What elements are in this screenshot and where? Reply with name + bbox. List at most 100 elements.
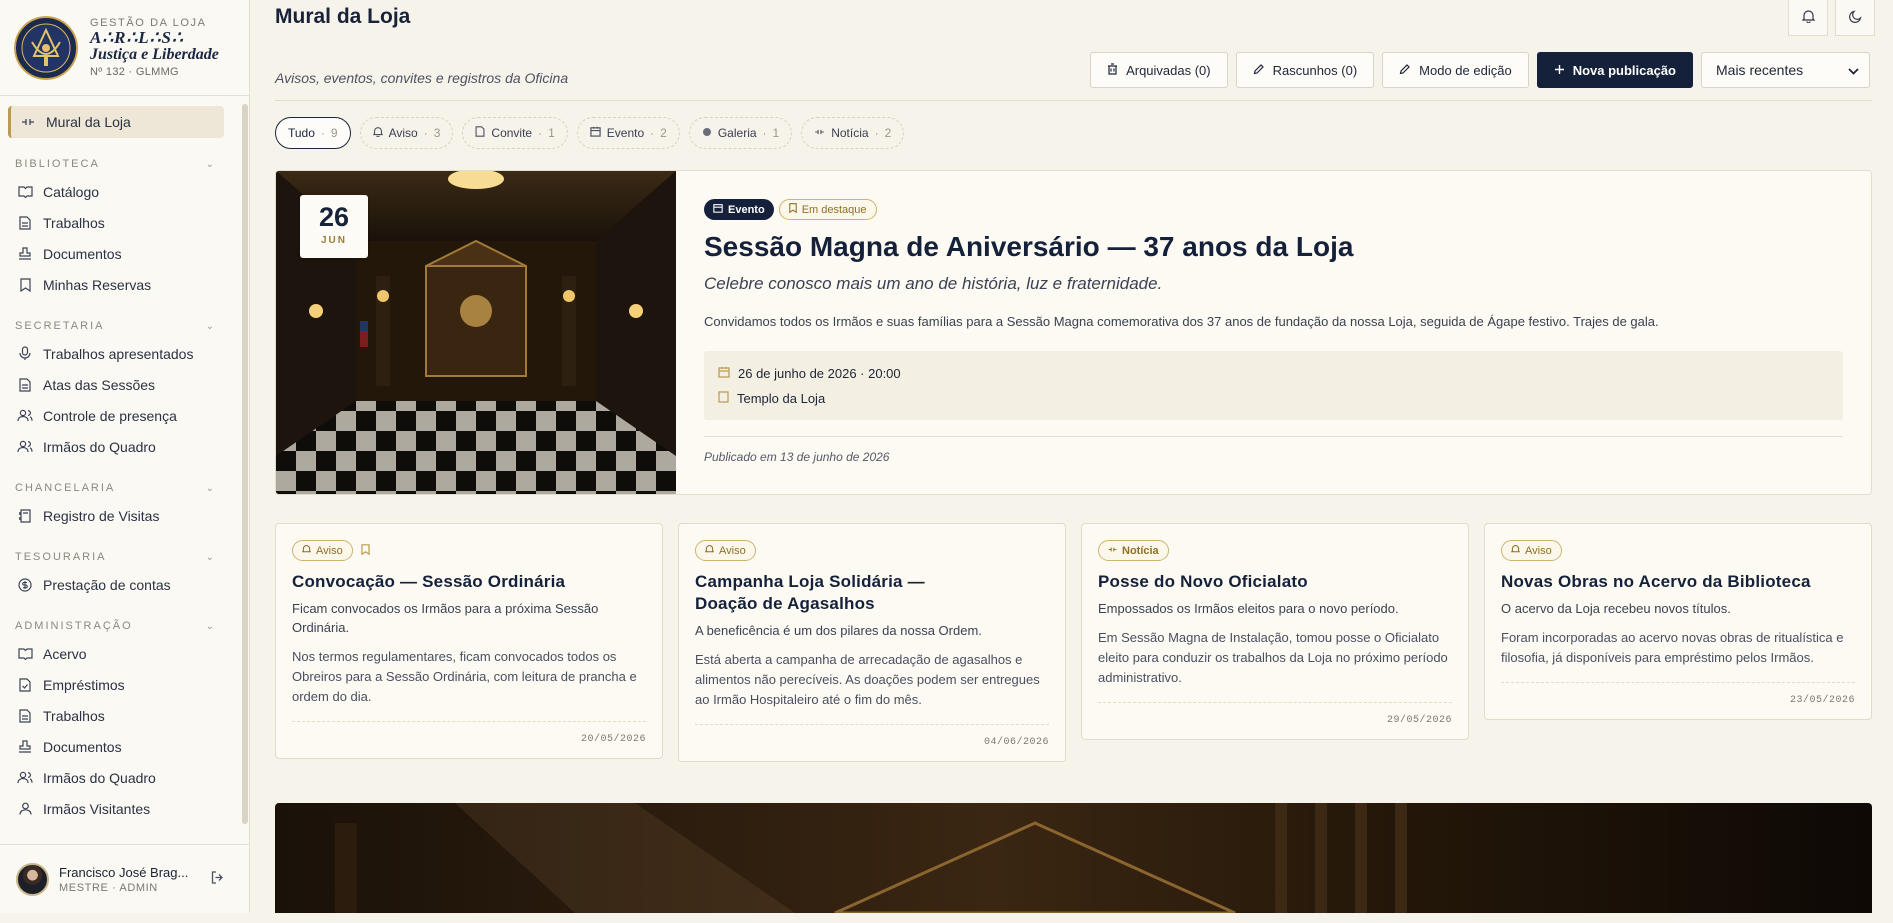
file-icon <box>475 126 485 140</box>
sidebar-item-label: Documentos <box>43 738 122 755</box>
post-card[interactable]: Aviso Novas Obras no Acervo da Bibliotec… <box>1484 523 1872 720</box>
type-badge-evento: Evento <box>704 199 774 220</box>
badge-label: Em destaque <box>801 203 867 216</box>
chevron-down-icon: ⌄ <box>205 482 216 494</box>
post-date: 20/05/2026 <box>580 734 646 745</box>
sidebar-item-label: Trabalhos <box>43 707 105 724</box>
archived-button[interactable]: Arquivadas (0) <box>1090 52 1228 88</box>
page-title: Mural da Loja <box>275 5 411 28</box>
sidebar-item-presenca[interactable]: Controle de presença <box>0 400 244 431</box>
bell-icon <box>1801 9 1815 26</box>
theme-toggle-button[interactable] <box>1835 0 1875 36</box>
nav-group-biblioteca[interactable]: BIBLIOTECA ⌄ <box>0 152 244 176</box>
featured-title[interactable]: Sessão Magna de Aniversário — 37 anos da… <box>704 231 1353 263</box>
sidebar-item-atas[interactable]: Atas das Sessões <box>0 369 244 400</box>
pin-icon <box>19 113 37 131</box>
featured-lead: Celebre conosco mais um ano de história,… <box>704 274 1163 293</box>
header-divider <box>275 100 1872 101</box>
filter-chip-aviso[interactable]: Aviso · 3 <box>359 117 454 149</box>
sort-select[interactable]: Mais recentes <box>1701 52 1870 88</box>
filter-chip-galeria[interactable]: Galeria · 1 <box>688 117 793 149</box>
avatar[interactable] <box>16 862 49 896</box>
post-title[interactable]: Convocação — Sessão Ordinária <box>292 571 646 593</box>
moon-icon <box>1848 10 1862 26</box>
sidebar-item-label: Prestação de contas <box>43 576 171 593</box>
chip-count: 1 <box>548 126 555 140</box>
sidebar-item-registro-visitas[interactable]: Registro de Visitas <box>0 500 244 531</box>
nav-group-tesouraria[interactable]: TESOURARIA ⌄ <box>0 545 244 569</box>
post-lead: Ficam convocados os Irmãos para a próxim… <box>292 601 599 635</box>
sidebar-item-reservas[interactable]: Minhas Reservas <box>0 269 244 300</box>
logout-icon[interactable] <box>211 871 224 887</box>
post-title[interactable]: Campanha Loja Solidária — Doação de Agas… <box>695 571 925 615</box>
post-lead: A beneficência é um dos pilares da nossa… <box>695 623 982 638</box>
filter-chips: Tudo · 9 Aviso · 3 Convite · 1 Evento · 2 Ga… <box>275 117 905 149</box>
brand-number: Nº 132 · GLMMG <box>90 66 179 78</box>
file-check-icon <box>16 676 34 694</box>
filter-chip-convite[interactable]: Convite · 1 <box>462 117 568 149</box>
gallery-photo[interactable] <box>275 803 1872 923</box>
edit-mode-button[interactable]: Modo de edição <box>1382 52 1529 88</box>
sidebar-scrollbar[interactable] <box>242 104 248 824</box>
chip-count: 3 <box>433 126 441 140</box>
bookmark-icon <box>16 276 34 294</box>
book-open-icon <box>16 645 34 663</box>
post-title[interactable]: Posse do Novo Oficialato <box>1098 571 1452 593</box>
edit-mode-label: Modo de edição <box>1419 62 1512 78</box>
sidebar-item-admin-irmaos-quadro[interactable]: Irmãos do Quadro <box>0 762 244 793</box>
image-icon <box>702 127 712 140</box>
bell-icon <box>1510 544 1521 557</box>
sidebar-item-acervo[interactable]: Acervo <box>0 638 244 669</box>
sidebar-item-catalogo[interactable]: Catálogo <box>0 176 244 207</box>
sidebar-item-documentos[interactable]: Documentos <box>0 238 244 269</box>
brand-name: Justiça e Liberdade <box>90 46 219 63</box>
chip-label: Tudo <box>288 126 315 140</box>
nav-group-administracao[interactable]: ADMINISTRAÇÃO ⌄ <box>0 614 244 638</box>
filter-chip-tudo[interactable]: Tudo · 9 <box>275 117 351 149</box>
filter-chip-noticia[interactable]: Notícia · 2 <box>801 117 905 149</box>
post-lead: O acervo da Loja recebeu novos títulos. <box>1501 601 1731 616</box>
post-card[interactable]: Aviso Campanha Loja Solidária — Doação d… <box>678 523 1066 762</box>
pencil-icon <box>1399 63 1411 78</box>
sidebar-item-trabalhos-apresentados[interactable]: Trabalhos apresentados <box>0 338 244 369</box>
plus-icon <box>1554 63 1565 78</box>
stamp-icon <box>16 245 34 263</box>
book-open-icon <box>16 183 34 201</box>
nav-group-secretaria[interactable]: SECRETARIA ⌄ <box>0 314 244 338</box>
post-card[interactable]: Aviso Convocação — Sessão Ordinária Fica… <box>275 523 663 759</box>
sidebar-item-mural[interactable]: Mural da Loja <box>8 106 224 138</box>
nav-group-chancelaria[interactable]: CHANCELARIA ⌄ <box>0 476 244 500</box>
sidebar-item-label: Controle de presença <box>43 407 177 424</box>
post-title[interactable]: Novas Obras no Acervo da Biblioteca <box>1501 571 1855 593</box>
chevron-down-icon <box>1848 62 1859 78</box>
sidebar-item-irmaos-visitantes[interactable]: Irmãos Visitantes <box>0 793 244 824</box>
file-text-icon <box>16 214 34 232</box>
drafts-button[interactable]: Rascunhos (0) <box>1235 52 1375 88</box>
notifications-button[interactable] <box>1788 0 1828 36</box>
filter-chip-evento[interactable]: Evento · 2 <box>576 117 680 149</box>
event-month: JUN <box>320 235 347 246</box>
chip-label: Evento <box>606 126 645 140</box>
featured-post[interactable]: 26 JUN Evento Em destaque Sessão Magna d… <box>275 170 1872 495</box>
sidebar-item-trabalhos[interactable]: Trabalhos <box>0 207 244 238</box>
new-post-button[interactable]: Nova publicação <box>1536 52 1693 88</box>
sidebar-item-label: Mural da Loja <box>46 114 131 130</box>
chip-label: Notícia <box>831 126 869 140</box>
sidebar-item-admin-trabalhos[interactable]: Trabalhos <box>0 700 244 731</box>
sidebar-item-emprestimos[interactable]: Empréstimos <box>0 669 244 700</box>
pencil-icon <box>1253 63 1265 78</box>
chevron-down-icon: ⌄ <box>205 551 216 563</box>
type-badge-noticia: Notícia <box>1098 540 1169 561</box>
sidebar-item-label: Registro de Visitas <box>43 507 160 524</box>
pin-icon <box>1108 545 1117 557</box>
badge-label: Aviso <box>1525 544 1552 557</box>
sidebar-item-label: Irmãos do Quadro <box>43 769 156 786</box>
sidebar-item-label: Catálogo <box>43 183 100 200</box>
event-location: Templo da Loja <box>737 391 826 406</box>
post-card[interactable]: Notícia Posse do Novo Oficialato Empossa… <box>1081 523 1469 740</box>
sidebar-item-prestacao-contas[interactable]: Prestação de contas <box>0 569 244 600</box>
bookmark-icon <box>788 203 797 216</box>
sidebar-item-admin-documentos[interactable]: Documentos <box>0 731 244 762</box>
post-body: Foram incorporadas ao acervo novas obras… <box>1501 630 1844 665</box>
sidebar-item-irmaos-quadro[interactable]: Irmãos do Quadro <box>0 431 244 462</box>
